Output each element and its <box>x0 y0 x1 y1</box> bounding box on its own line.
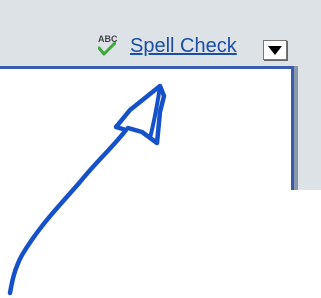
editor-frame-right-border <box>291 66 294 190</box>
spell-check-dropdown-button[interactable] <box>263 40 287 60</box>
checkmark-icon <box>98 42 116 56</box>
spell-check-label[interactable]: Spell Check <box>130 35 237 58</box>
editor-frame-top-border <box>0 66 296 69</box>
editor-frame-shadow <box>294 66 298 190</box>
spell-check-button[interactable]: ABC Spell Check <box>96 34 237 58</box>
triangle-down-icon <box>268 46 282 55</box>
spell-check-icon: ABC <box>96 34 122 58</box>
